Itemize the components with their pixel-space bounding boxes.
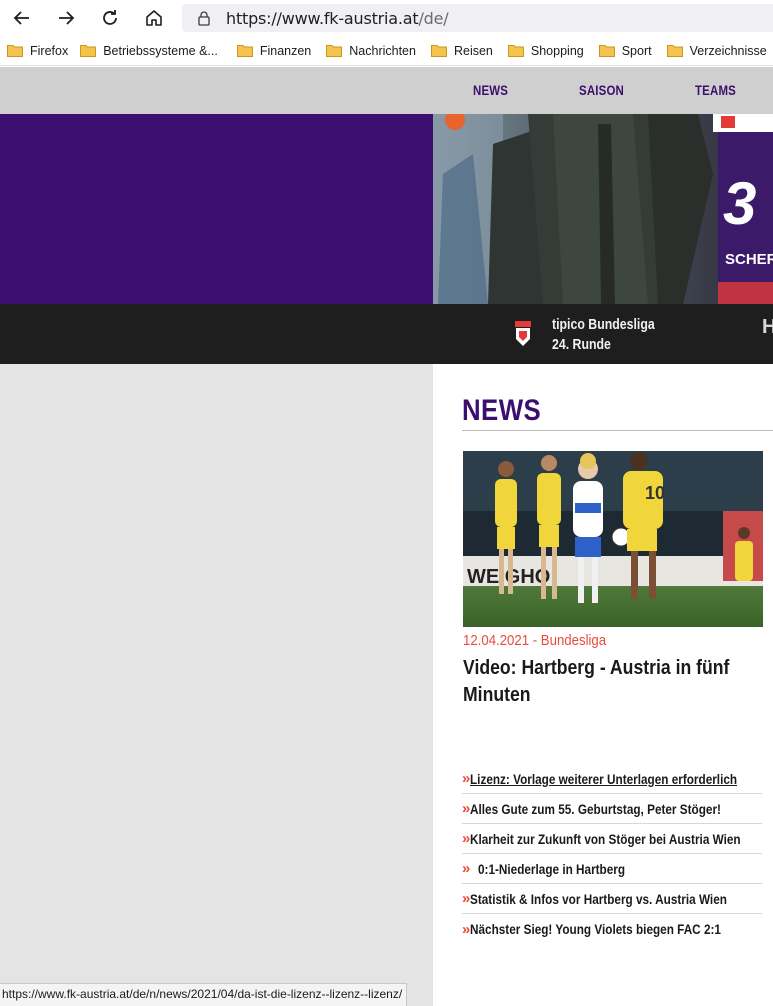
- left-panel: [0, 67, 433, 1006]
- purple-banner: [0, 114, 433, 304]
- news-link[interactable]: Klarheit zur Zukunft von Stöger bei Aust…: [470, 831, 741, 847]
- address-bar[interactable]: https://www.fk-austria.at/de/: [182, 4, 773, 32]
- url-host: https://www.fk-austria.at: [226, 8, 419, 28]
- bookmark-verzeichnisse[interactable]: Verzeichnisse: [666, 43, 767, 58]
- bookmark-label: Finanzen: [259, 43, 312, 58]
- folder-icon: [7, 45, 23, 57]
- news-heading: NEWS: [462, 394, 542, 427]
- news-list-item[interactable]: » Lizenz: Vorlage weiterer Unterlagen erf…: [462, 764, 762, 794]
- nav-teams[interactable]: TEAMS: [695, 82, 736, 98]
- folder-icon: [236, 45, 253, 57]
- bookmark-reisen[interactable]: Reisen: [430, 43, 493, 58]
- browser-toolbar: https://www.fk-austria.at/de/: [0, 0, 773, 36]
- bookmark-betriebssysteme[interactable]: Betriebssysteme &...: [80, 44, 218, 58]
- bookmark-label: Reisen: [453, 43, 493, 58]
- football-match-photo: WEIGHO: [463, 451, 763, 627]
- match-ticker[interactable]: tipico Bundesliga 24. Runde H: [433, 304, 773, 364]
- main-navigation: NEWS SAISON TEAMS: [433, 67, 773, 114]
- featured-news-meta: 12.04.2021 - Bundesliga: [463, 632, 607, 649]
- dark-bar: [0, 304, 433, 364]
- web-page: NEWS SAISON TEAMS 3 SCHER tipico Bundesl…: [0, 67, 773, 1006]
- arrow-left-icon: [13, 11, 29, 25]
- lock-icon: [198, 11, 210, 26]
- bookmark-shopping[interactable]: Shopping: [507, 43, 584, 58]
- ticker-next-item: H: [762, 316, 773, 338]
- nav-saison[interactable]: SAISON: [579, 82, 624, 98]
- folder-icon: [598, 45, 615, 57]
- home-button[interactable]: [140, 4, 168, 32]
- left-header-bar: [0, 67, 433, 114]
- hero-photo: 3 SCHER: [433, 114, 773, 304]
- svg-text:3: 3: [723, 170, 756, 237]
- news-list-item[interactable]: » Nächster Sieg! Young Violets biegen FAC…: [462, 914, 762, 944]
- forward-button[interactable]: [52, 4, 80, 32]
- home-icon: [146, 10, 162, 26]
- news-link[interactable]: Statistik & Infos vor Hartberg vs. Austr…: [470, 891, 727, 907]
- back-button[interactable]: [8, 4, 36, 32]
- news-list-item[interactable]: » Alles Gute zum 55. Geburtstag, Peter St…: [462, 794, 762, 824]
- news-link[interactable]: Lizenz: Vorlage weiterer Unterlagen erfo…: [470, 771, 737, 787]
- ticker-round: 24. Runde: [552, 337, 611, 353]
- featured-news-title[interactable]: Video: Hartberg - Austria in fünf Minute…: [463, 654, 764, 708]
- bookmark-sport[interactable]: Sport: [598, 43, 652, 58]
- bookmark-label: Sport: [621, 43, 652, 58]
- hero-image[interactable]: 3 SCHER: [433, 114, 773, 304]
- bookmarks-bar: Firefox Betriebssysteme &... Finanzen Na…: [0, 36, 773, 66]
- news-section: NEWS WEIGHO: [433, 364, 773, 1006]
- reload-button[interactable]: [96, 4, 124, 32]
- bundesliga-logo-icon: [515, 321, 531, 346]
- url-text: https://www.fk-austria.at/de/: [226, 8, 449, 28]
- news-link[interactable]: 0:1-Niederlage in Hartberg: [478, 861, 625, 877]
- news-list-item[interactable]: » 0:1-Niederlage in Hartberg: [462, 854, 762, 884]
- folder-icon: [80, 45, 97, 57]
- divider: [462, 430, 773, 431]
- folder-icon: [430, 45, 447, 57]
- news-list: » Lizenz: Vorlage weiterer Unterlagen erf…: [462, 764, 762, 944]
- folder-icon: [666, 45, 683, 57]
- news-list-item[interactable]: » Statistik & Infos vor Hartberg vs. Aust…: [462, 884, 762, 914]
- folder-icon: [326, 45, 343, 57]
- folder-icon: [507, 45, 524, 57]
- bookmark-finanzen[interactable]: Finanzen: [236, 43, 312, 58]
- bookmark-label: Firefox: [30, 43, 69, 58]
- bookmark-label: Verzeichnisse: [689, 43, 767, 58]
- url-path: /de/: [418, 8, 449, 28]
- status-bar-url: https://www.fk-austria.at/de/n/news/2021…: [0, 983, 408, 1006]
- reload-icon: [103, 10, 117, 25]
- bookmark-label: Nachrichten: [349, 43, 416, 58]
- bookmark-firefox[interactable]: Firefox: [7, 44, 68, 58]
- ticker-league: tipico Bundesliga: [552, 317, 655, 333]
- news-link[interactable]: Alles Gute zum 55. Geburtstag, Peter Stö…: [470, 801, 721, 817]
- bookmark-nachrichten[interactable]: Nachrichten: [326, 44, 416, 58]
- news-link[interactable]: Nächster Sieg! Young Violets biegen FAC …: [470, 921, 721, 937]
- arrow-right-icon: [59, 11, 75, 25]
- bookmark-label: Betriebssysteme &...: [103, 43, 218, 58]
- news-list-item[interactable]: » Klarheit zur Zukunft von Stöger bei Aus…: [462, 824, 762, 854]
- svg-text:SCHER: SCHER: [725, 251, 773, 268]
- bookmark-label: Shopping: [530, 43, 584, 58]
- featured-news-image[interactable]: WEIGHO: [463, 451, 763, 627]
- chevron-right-icon: »: [462, 860, 471, 877]
- svg-text:10: 10: [645, 483, 665, 503]
- nav-news[interactable]: NEWS: [473, 82, 508, 98]
